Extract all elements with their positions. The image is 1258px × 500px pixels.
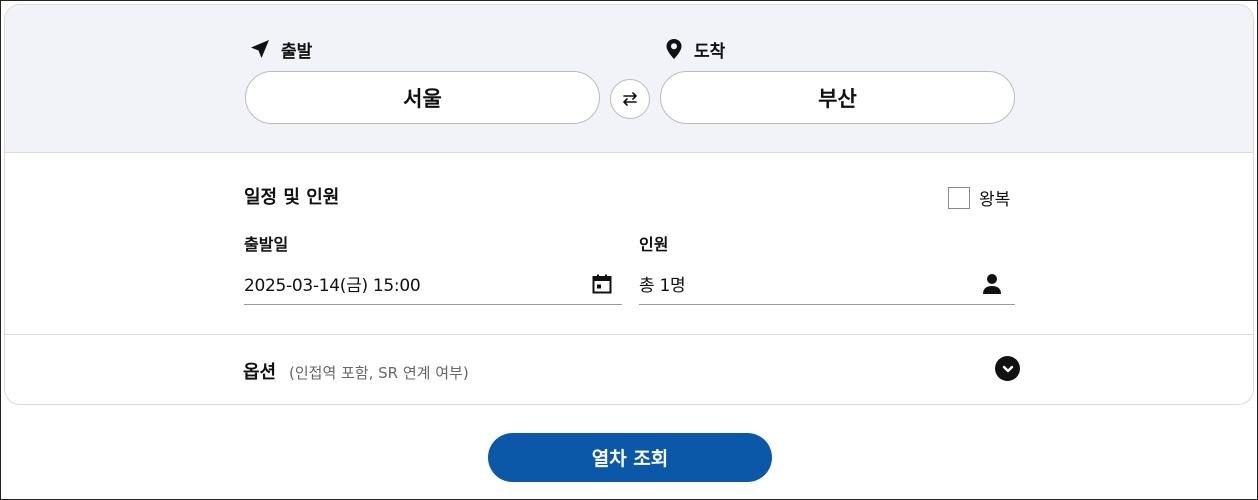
location-pin-icon bbox=[666, 39, 682, 59]
departure-label-text: 출발 bbox=[281, 41, 313, 62]
departure-label: 출발 bbox=[248, 37, 313, 62]
search-card: 출발 서울 도착 부산 일정 및 인원 왕복 출발일 2025-03-14(금)… bbox=[4, 4, 1254, 405]
departure-station-value: 서울 bbox=[403, 86, 442, 111]
navigation-arrow-icon bbox=[251, 40, 269, 58]
chevron-down-icon[interactable] bbox=[995, 356, 1020, 381]
departure-date-label: 출발일 bbox=[244, 235, 289, 254]
arrival-station-value: 부산 bbox=[818, 86, 857, 111]
calendar-icon bbox=[592, 274, 612, 293]
chevron-down-glyph bbox=[1002, 365, 1013, 372]
swap-stations-button[interactable] bbox=[610, 79, 650, 119]
person-icon bbox=[983, 273, 1001, 294]
arrival-station-button[interactable]: 부산 bbox=[660, 71, 1015, 124]
schedule-title: 일정 및 인원 bbox=[244, 187, 340, 208]
arrival-label-text: 도착 bbox=[694, 41, 726, 62]
departure-station-button[interactable]: 서울 bbox=[245, 71, 600, 124]
route-section: 출발 서울 도착 부산 bbox=[5, 5, 1253, 153]
options-subtitle: (인접역 포함, SR 연계 여부) bbox=[289, 364, 469, 382]
passengers-value: 총 1명 bbox=[639, 276, 686, 296]
roundtrip-checkbox[interactable] bbox=[948, 186, 970, 209]
roundtrip-label: 왕복 bbox=[979, 190, 1011, 210]
search-trains-button[interactable]: 열차 조회 bbox=[488, 433, 772, 482]
swap-arrows-icon bbox=[623, 92, 637, 106]
options-title: 옵션 bbox=[243, 362, 277, 383]
departure-date-value: 2025-03-14(금) 15:00 bbox=[244, 276, 421, 296]
departure-date-field[interactable]: 2025-03-14(금) 15:00 bbox=[244, 263, 622, 305]
roundtrip-toggle[interactable]: 왕복 bbox=[948, 185, 1010, 210]
options-toggle[interactable]: 옵션 (인접역 포함, SR 연계 여부) bbox=[5, 335, 1253, 404]
arrival-label: 도착 bbox=[663, 37, 726, 62]
passengers-label: 인원 bbox=[639, 235, 669, 254]
passengers-field[interactable]: 총 1명 bbox=[639, 263, 1015, 305]
